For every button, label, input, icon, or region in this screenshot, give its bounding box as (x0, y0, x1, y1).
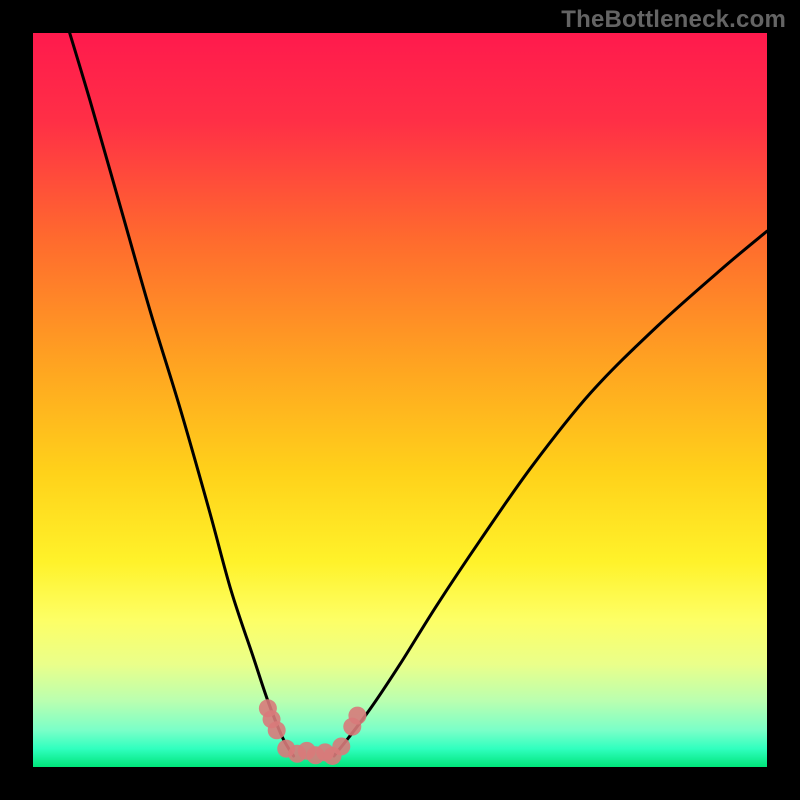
plot-area (33, 33, 767, 767)
right-curve (334, 231, 767, 756)
floor-bumps (259, 699, 367, 765)
chart-frame: TheBottleneck.com (0, 0, 800, 800)
left-curve (70, 33, 294, 756)
watermark-text: TheBottleneck.com (561, 6, 786, 34)
curves-layer (33, 33, 767, 767)
